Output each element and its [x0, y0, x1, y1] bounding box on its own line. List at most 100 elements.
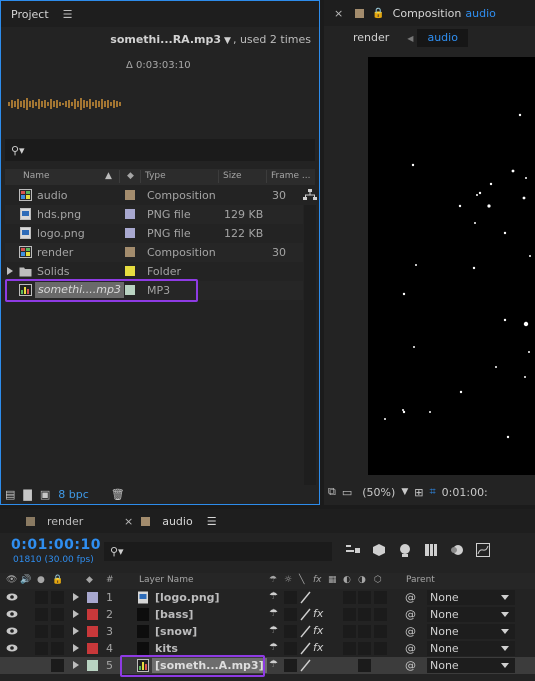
- label-color-swatch[interactable]: [125, 266, 135, 276]
- breadcrumb-render[interactable]: render: [343, 29, 399, 47]
- layer-row-selected[interactable]: 5 [someth...A.mp3] ☂ @ None: [0, 657, 535, 674]
- collapse-switch[interactable]: [284, 659, 297, 672]
- tab-render[interactable]: render: [0, 509, 118, 533]
- parent-pickwhip-icon[interactable]: @: [405, 642, 416, 655]
- lock-icon[interactable]: 🔒: [372, 8, 384, 19]
- quality-switch-icon[interactable]: [299, 591, 312, 604]
- quality-switch-icon[interactable]: [299, 659, 312, 672]
- layer-row[interactable]: 2 [bass] ☂ fx @ None: [0, 606, 535, 623]
- expand-triangle-icon[interactable]: [73, 644, 79, 652]
- motion-blur-switch[interactable]: [343, 608, 356, 621]
- close-icon[interactable]: ×: [334, 7, 343, 20]
- column-size[interactable]: Size: [223, 171, 241, 181]
- adjustment-switch[interactable]: [358, 608, 371, 621]
- shy-switch-icon[interactable]: ☂: [269, 591, 278, 602]
- layer-name[interactable]: [bass]: [155, 608, 193, 621]
- collapse-switch[interactable]: [284, 625, 297, 638]
- column-name[interactable]: Name: [23, 171, 50, 181]
- always-preview-icon[interactable]: ⧉: [328, 485, 336, 499]
- effects-switch-icon[interactable]: fx: [313, 624, 323, 637]
- label-color-swatch[interactable]: [125, 228, 135, 238]
- solo-switch[interactable]: [35, 591, 48, 604]
- composition-tab[interactable]: × 🔒 Composition audio: [324, 0, 535, 26]
- adjustment-switch[interactable]: [358, 591, 371, 604]
- expand-triangle-icon[interactable]: [73, 661, 79, 669]
- shy-switch-icon[interactable]: ☂: [269, 608, 278, 619]
- trash-icon[interactable]: 🗑: [111, 488, 125, 501]
- transparency-grid-icon[interactable]: ⌗: [429, 485, 435, 499]
- frame-blending-icon[interactable]: [423, 542, 439, 558]
- flowchart-icon[interactable]: [303, 188, 317, 202]
- parent-select[interactable]: None: [427, 641, 515, 656]
- collapse-switch[interactable]: [284, 642, 297, 655]
- collapse-switch[interactable]: [284, 591, 297, 604]
- 3d-switch[interactable]: [374, 625, 387, 638]
- parent-select[interactable]: None: [427, 624, 515, 639]
- composition-viewer[interactable]: [368, 57, 535, 475]
- column-parent[interactable]: Parent: [406, 575, 435, 585]
- solo-switch[interactable]: [35, 608, 48, 621]
- parent-pickwhip-icon[interactable]: @: [405, 625, 416, 638]
- column-label-icon[interactable]: ◆: [127, 171, 134, 181]
- expand-triangle-icon[interactable]: [73, 593, 79, 601]
- adjustment-switch[interactable]: [358, 659, 371, 672]
- quality-switch-icon[interactable]: [299, 642, 312, 655]
- label-color-swatch[interactable]: [87, 626, 98, 637]
- solo-switch[interactable]: [35, 625, 48, 638]
- shy-switch-icon[interactable]: ☂: [269, 659, 278, 670]
- shy-switch-icon[interactable]: ☂: [269, 625, 278, 636]
- layer-name[interactable]: [logo.png]: [155, 591, 220, 604]
- layer-name[interactable]: [snow]: [155, 625, 197, 638]
- parent-select[interactable]: None: [427, 590, 515, 605]
- layer-row[interactable]: 3 [snow] ☂ fx @ None: [0, 623, 535, 640]
- effects-switch-icon[interactable]: fx: [313, 607, 323, 620]
- sort-ascending-icon[interactable]: ▲: [105, 171, 112, 181]
- label-color-swatch[interactable]: [125, 247, 135, 257]
- column-layer-name[interactable]: Layer Name: [139, 575, 194, 585]
- label-color-swatch[interactable]: [87, 609, 98, 620]
- monitor-icon[interactable]: ▭: [342, 486, 352, 499]
- draft-3d-icon[interactable]: [371, 542, 387, 558]
- panel-menu-icon[interactable]: ☰: [63, 8, 73, 21]
- timeline-timecode[interactable]: 0:01:00:10: [11, 537, 101, 553]
- layer-name[interactable]: kits: [155, 642, 178, 655]
- new-composition-icon[interactable]: ▣: [40, 488, 50, 501]
- parent-pickwhip-icon[interactable]: @: [405, 659, 416, 672]
- expand-triangle-icon[interactable]: [73, 610, 79, 618]
- column-frame-rate[interactable]: Frame ...: [271, 171, 311, 181]
- expand-triangle-icon[interactable]: [73, 627, 79, 635]
- layer-row[interactable]: 1 [logo.png] ☂ @ None: [0, 589, 535, 606]
- motion-blur-switch[interactable]: [343, 591, 356, 604]
- parent-select[interactable]: None: [427, 607, 515, 622]
- project-search-input[interactable]: ⚲▾: [5, 139, 315, 161]
- shy-switch-icon[interactable]: ☂: [269, 642, 278, 653]
- chevron-down-icon[interactable]: ▼: [224, 36, 231, 46]
- interpret-footage-icon[interactable]: ▤: [5, 488, 15, 501]
- tab-audio[interactable]: × audio ☰: [118, 509, 217, 533]
- label-color-swatch[interactable]: [87, 592, 98, 603]
- motion-blur-switch[interactable]: [343, 642, 356, 655]
- project-item[interactable]: logo.png PNG file 122 KB: [5, 224, 303, 243]
- project-item[interactable]: audio Composition 30: [5, 186, 303, 205]
- new-folder-icon[interactable]: ▇: [23, 488, 31, 501]
- quality-switch-icon[interactable]: [299, 625, 312, 638]
- zoom-select[interactable]: (50%): [362, 486, 395, 499]
- project-tab[interactable]: Project ☰: [1, 1, 319, 27]
- 3d-switch[interactable]: [374, 608, 387, 621]
- composition-mini-flowchart-icon[interactable]: [345, 542, 361, 558]
- breadcrumb-audio[interactable]: audio: [417, 29, 468, 47]
- timeline-search-input[interactable]: ⚲▾: [104, 542, 332, 561]
- label-color-swatch[interactable]: [125, 209, 135, 219]
- eye-icon[interactable]: [6, 592, 18, 602]
- label-color-swatch[interactable]: [125, 190, 135, 200]
- lock-switch[interactable]: [51, 625, 64, 638]
- 3d-switch[interactable]: [374, 591, 387, 604]
- chevron-down-icon[interactable]: ▼: [401, 487, 408, 497]
- label-color-swatch[interactable]: [87, 643, 98, 654]
- parent-pickwhip-icon[interactable]: @: [405, 591, 416, 604]
- layer-row[interactable]: 4 kits ☂ fx @ None: [0, 640, 535, 657]
- region-of-interest-icon[interactable]: ⊞: [414, 486, 423, 499]
- 3d-switch[interactable]: [374, 642, 387, 655]
- graph-editor-icon[interactable]: [475, 542, 491, 558]
- project-item[interactable]: render Composition 30: [5, 243, 303, 262]
